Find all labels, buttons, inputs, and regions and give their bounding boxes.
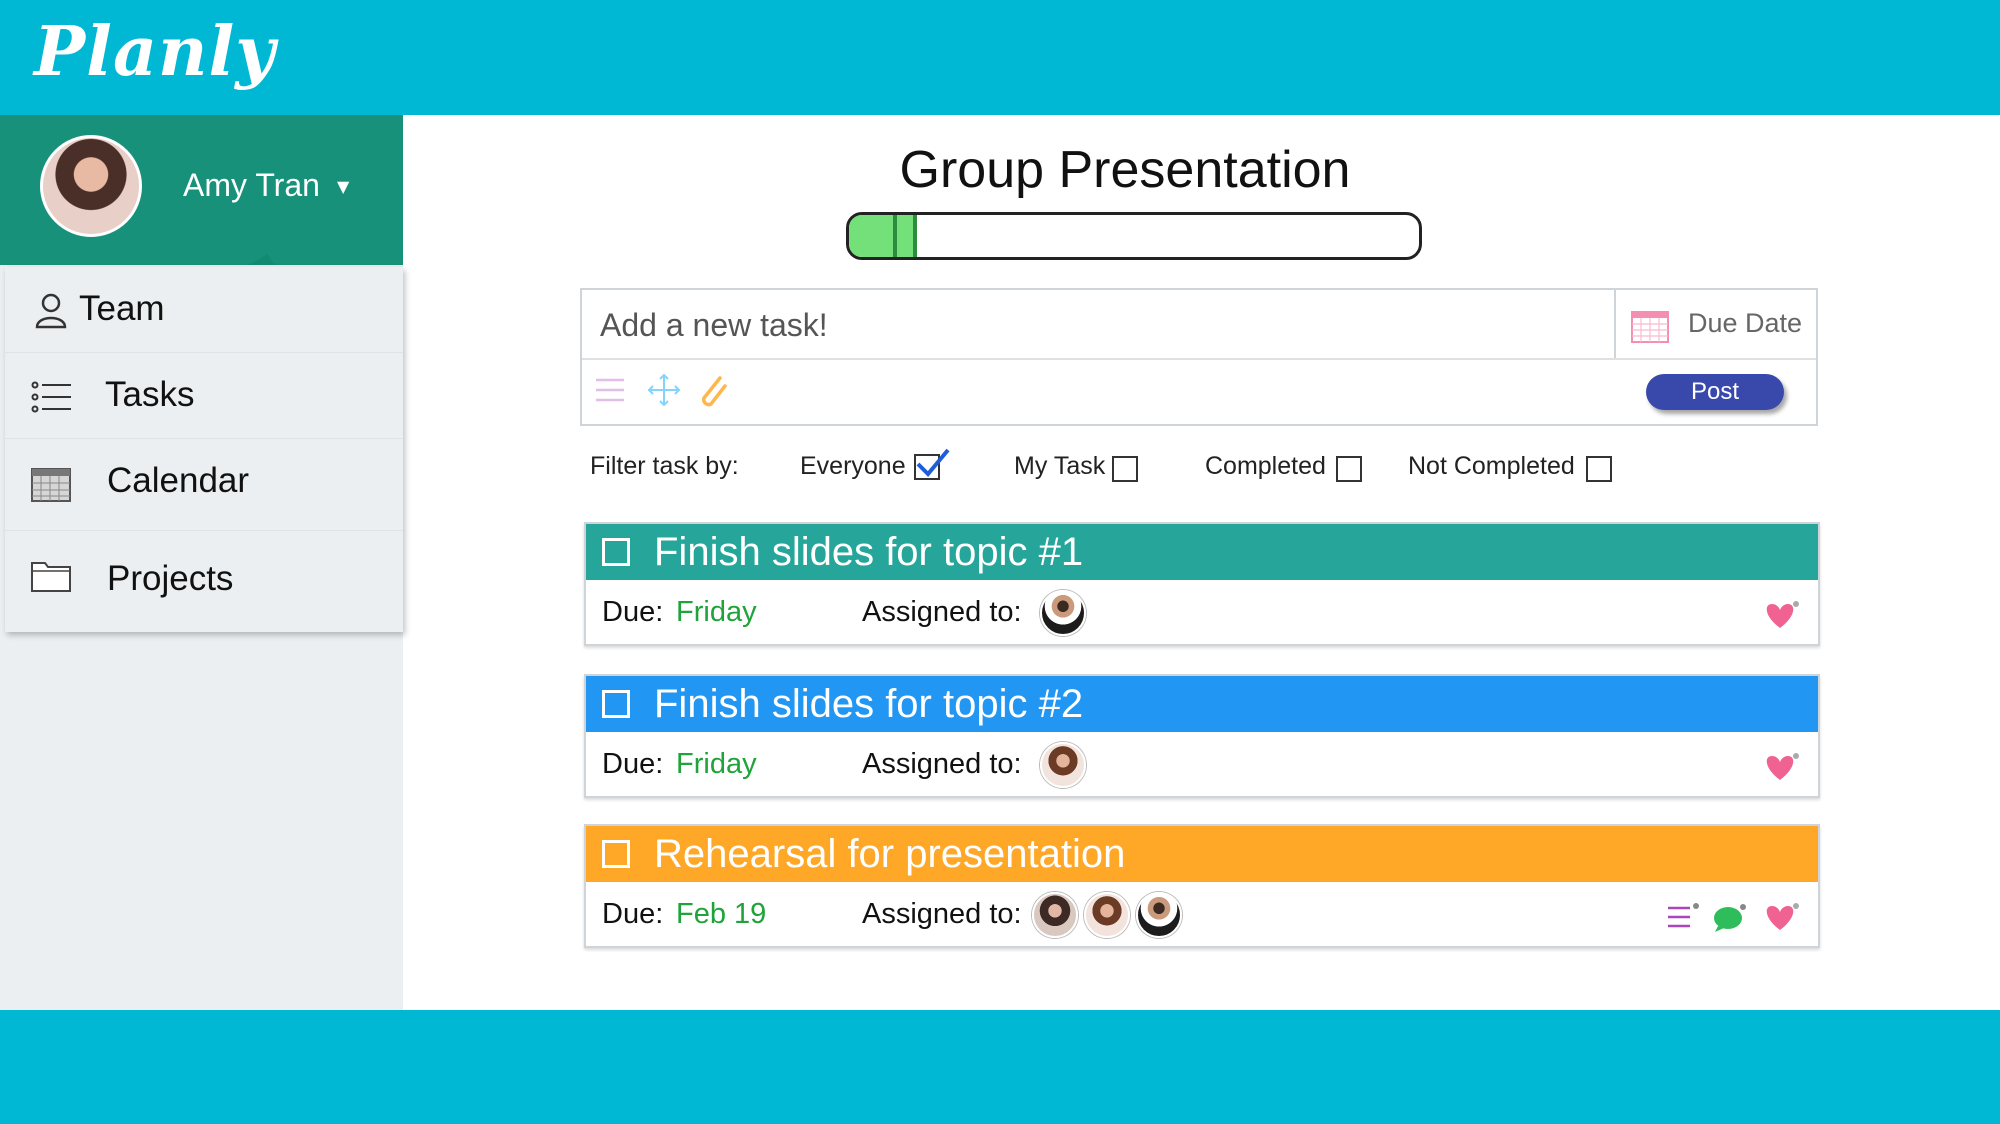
person-icon (35, 293, 67, 329)
assignee-avatar[interactable] (1032, 892, 1078, 938)
filter-everyone-checkbox[interactable] (914, 448, 950, 480)
assignee-avatar[interactable] (1136, 892, 1182, 938)
sidebar-item-team[interactable]: Team (5, 267, 403, 353)
heart-icon[interactable] (1762, 898, 1802, 934)
assigned-label: Assigned to: (862, 596, 1022, 628)
sidebar-item-label: Calendar (107, 461, 250, 500)
assigned-label: Assigned to: (862, 748, 1022, 780)
checklist-icon[interactable] (592, 372, 628, 408)
post-button[interactable]: Post (1646, 374, 1784, 410)
due-value: Feb 19 (676, 898, 767, 930)
sidebar: Amy Tran ▼ Team Tasks Calendar Projects (0, 115, 403, 1010)
top-header: Planly (0, 0, 2000, 115)
due-label: Due: (602, 898, 664, 930)
task-header: Finish slides for topic #1 (586, 524, 1818, 580)
task-title[interactable]: Finish slides for topic #1 (654, 530, 1083, 575)
due-label: Due: (602, 748, 664, 780)
page-title: Group Presentation (899, 141, 1351, 199)
sidebar-nav: Team Tasks Calendar Projects (5, 267, 403, 632)
due-date-label: Due Date (1688, 308, 1803, 338)
dropdown-caret-icon[interactable]: ▼ (337, 177, 349, 196)
heart-icon[interactable] (1762, 748, 1802, 784)
assignee-avatar[interactable] (1040, 590, 1086, 636)
task-complete-checkbox[interactable] (602, 840, 630, 868)
due-value: Friday (676, 748, 757, 780)
footer-bar (0, 1010, 2000, 1124)
profile-header[interactable]: Amy Tran ▼ (0, 115, 403, 265)
due-label: Due: (602, 596, 664, 628)
user-avatar[interactable] (40, 135, 142, 237)
move-icon[interactable] (646, 372, 682, 408)
sidebar-item-label: Projects (107, 559, 234, 598)
checklist-icon[interactable] (1666, 900, 1702, 934)
sidebar-item-label: Team (79, 289, 165, 328)
app-logo[interactable]: Planly (34, 12, 276, 92)
filter-option-label: Completed (1205, 452, 1326, 480)
due-value: Friday (676, 596, 757, 628)
task-filter: Filter task by: Everyone My Task Complet… (590, 448, 1820, 488)
task-complete-checkbox[interactable] (602, 538, 630, 566)
comment-icon[interactable] (1712, 900, 1748, 934)
filter-option-label: Everyone (800, 452, 906, 480)
assigned-label: Assigned to: (862, 898, 1022, 930)
progress-fill (849, 215, 918, 257)
task-header: Finish slides for topic #2 (586, 676, 1818, 732)
filter-mytask-checkbox[interactable] (1112, 456, 1138, 482)
calendar-icon (31, 468, 71, 502)
task-header: Rehearsal for presentation (586, 826, 1818, 882)
filter-completed-checkbox[interactable] (1336, 456, 1362, 482)
task-card[interactable]: Finish slides for topic #2 Due: Friday A… (584, 674, 1820, 798)
project-progress-bar (846, 212, 1422, 260)
sidebar-item-calendar[interactable]: Calendar (5, 439, 403, 531)
task-card[interactable]: Rehearsal for presentation Due: Feb 19 A… (584, 824, 1820, 948)
task-title[interactable]: Finish slides for topic #2 (654, 682, 1083, 727)
folder-icon (31, 562, 71, 592)
new-task-composer: Due Date Post (580, 288, 1818, 426)
due-date-picker[interactable]: Due Date (1614, 290, 1818, 358)
filter-option-label: Not Completed (1408, 452, 1575, 480)
checkmark-icon (916, 448, 950, 477)
sidebar-item-tasks[interactable]: Tasks (5, 353, 403, 439)
task-card[interactable]: Finish slides for topic #1 Due: Friday A… (584, 522, 1820, 646)
sidebar-item-projects[interactable]: Projects (5, 531, 403, 627)
heart-icon[interactable] (1762, 596, 1802, 632)
user-name[interactable]: Amy Tran (183, 167, 320, 204)
new-task-input[interactable] (600, 302, 1600, 348)
calendar-icon (1631, 311, 1669, 343)
task-title[interactable]: Rehearsal for presentation (654, 832, 1125, 877)
assignee-avatar[interactable] (1084, 892, 1130, 938)
attachment-icon[interactable] (694, 372, 730, 408)
assignee-avatar[interactable] (1040, 742, 1086, 788)
filter-not-completed-checkbox[interactable] (1586, 456, 1612, 482)
filter-option-label: My Task (1014, 452, 1106, 480)
sidebar-item-label: Tasks (105, 375, 195, 414)
list-icon (31, 381, 71, 413)
filter-label: Filter task by: (590, 452, 739, 480)
task-complete-checkbox[interactable] (602, 690, 630, 718)
